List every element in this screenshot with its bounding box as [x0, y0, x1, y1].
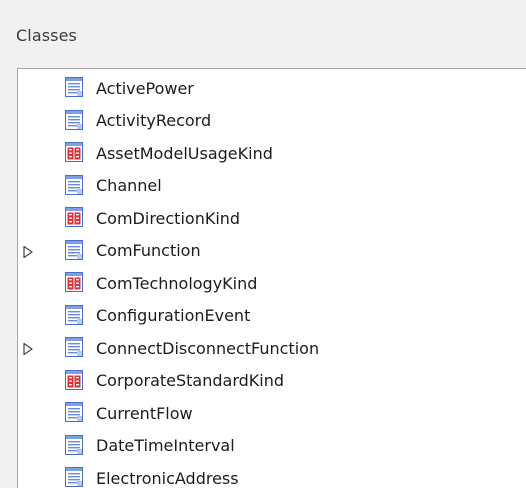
class-list-item-label: CurrentFlow [96, 403, 193, 423]
class-list-item[interactable]: CorporateStandardKind [18, 365, 526, 398]
class-list-item-label: ComTechnologyKind [96, 273, 258, 293]
class-list-item-label: ComDirectionKind [96, 208, 241, 228]
class-list-item-label: Channel [96, 176, 162, 196]
classes-list-rows: ActivePower ActivityRecord AssetModelUsage… [18, 72, 526, 488]
class-list-item-label: CorporateStandardKind [96, 371, 285, 391]
enumeration-icon [65, 369, 83, 390]
class-list-item-label: AssetModelUsageKind [96, 143, 273, 163]
class-list-item[interactable]: AssetModelUsageKind [18, 137, 526, 170]
class-list-item-label: ConnectDisconnectFunction [96, 338, 320, 358]
class-list-item[interactable]: ComDirectionKind [18, 202, 526, 235]
class-icon [65, 337, 83, 358]
class-icon [65, 239, 83, 260]
class-list-item[interactable]: CurrentFlow [18, 397, 526, 430]
class-icon [65, 109, 83, 130]
class-list-item-label: ActivePower [96, 78, 194, 98]
class-list-item[interactable]: ConfigurationEvent [18, 300, 526, 333]
panel-title: Classes [16, 26, 77, 45]
class-list-item[interactable]: ComTechnologyKind [18, 267, 526, 300]
class-list-item[interactable]: ComFunction [18, 235, 526, 268]
class-list-item[interactable]: ActivityRecord [18, 105, 526, 138]
class-list-item[interactable]: DateTimeInterval [18, 430, 526, 463]
class-list-item-label: ActivityRecord [96, 111, 212, 131]
enumeration-icon [65, 142, 83, 163]
class-icon [65, 434, 83, 455]
class-icon [65, 77, 83, 98]
class-icon [65, 174, 83, 195]
class-icon [65, 304, 83, 325]
class-list-item-label: ComFunction [96, 241, 201, 261]
class-list-item[interactable]: ActivePower [18, 72, 526, 105]
class-icon [65, 467, 83, 488]
class-icon [65, 402, 83, 423]
classes-list[interactable]: ActivePower ActivityRecord AssetModelUsage… [17, 68, 526, 488]
enumeration-icon [65, 207, 83, 228]
class-list-item-label: DateTimeInterval [96, 436, 235, 456]
class-list-item[interactable]: ConnectDisconnectFunction [18, 332, 526, 365]
expand-triangle-icon[interactable] [22, 341, 34, 356]
class-list-item[interactable]: Channel [18, 170, 526, 203]
class-list-item-label: ElectronicAddress [96, 468, 239, 488]
class-list-item-label: ConfigurationEvent [96, 306, 251, 326]
enumeration-icon [65, 272, 83, 293]
class-list-item[interactable]: ElectronicAddress [18, 462, 526, 488]
expand-triangle-icon[interactable] [22, 244, 34, 258]
